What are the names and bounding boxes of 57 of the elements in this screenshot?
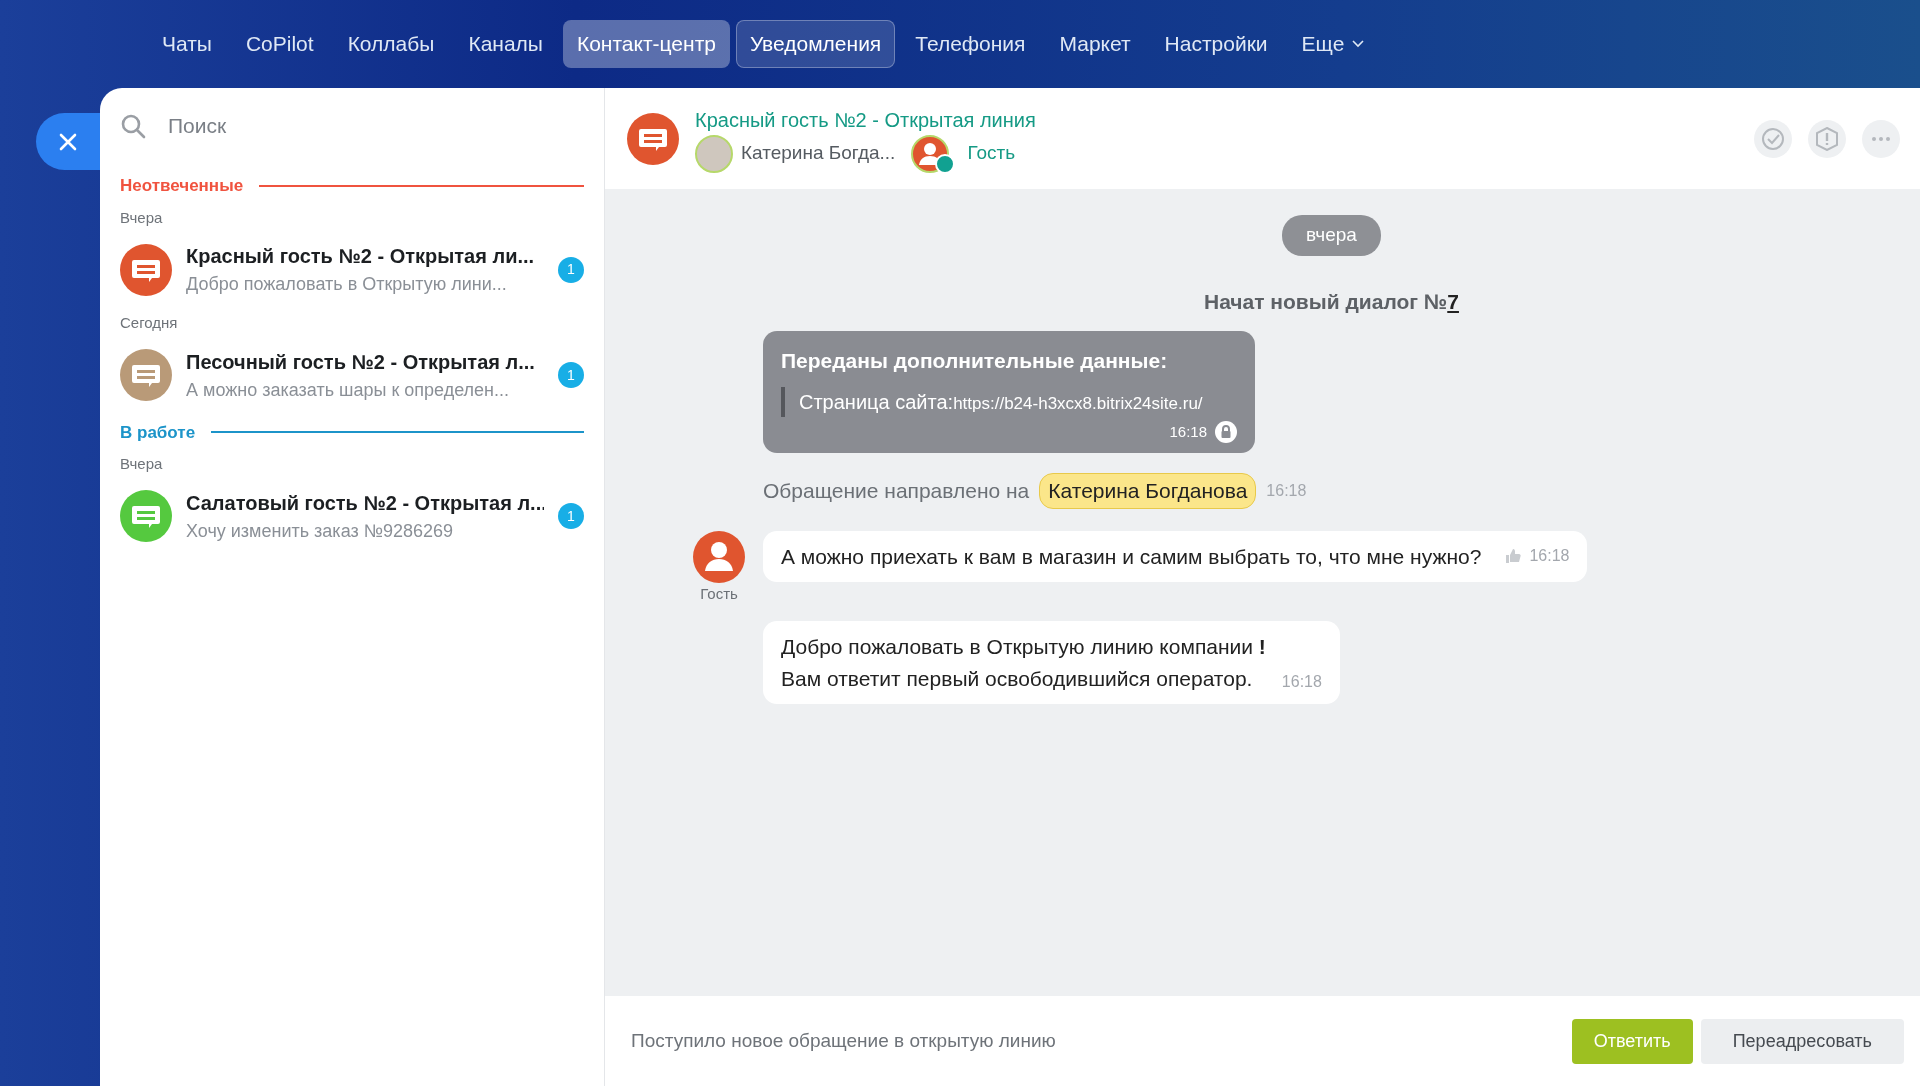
nav-tab[interactable]: Чаты — [148, 20, 226, 68]
search-icon — [120, 112, 146, 139]
section-title: В работе — [120, 421, 196, 444]
notice-text: Обращение направлено на — [763, 478, 1030, 504]
date-label: Сегодня — [120, 313, 179, 333]
check-circle-icon — [1761, 126, 1785, 151]
unread-count: 1 — [558, 256, 584, 283]
message-time: 16:18 — [1529, 546, 1570, 567]
message-time: 16:18 — [1281, 672, 1322, 692]
chat-title: Красный гость №2 - Открытая ли... — [186, 244, 536, 269]
member-name: Катерина Богда... — [741, 141, 896, 166]
system-message: Начат новый диалог №7 — [1204, 288, 1459, 315]
nav-tab[interactable]: Коллабы — [333, 20, 449, 68]
nav-tab[interactable]: Маркет — [1045, 20, 1145, 68]
author-name: Гость — [700, 583, 738, 604]
user-mention[interactable]: Катерина Богданова — [1039, 473, 1257, 509]
nav-tab[interactable]: Контакт-центр — [562, 20, 730, 68]
dialog-link[interactable]: 7 — [1447, 289, 1459, 313]
warning-button[interactable] — [1808, 119, 1846, 158]
data-title: Переданы дополнительные данные: — [781, 348, 1169, 374]
member-name: Гость — [967, 141, 1016, 166]
nav-tab[interactable]: Каналы — [454, 20, 557, 68]
nav-tab[interactable]: Уведомления — [735, 20, 896, 68]
message-text: А можно приехать к вам в магазин и самим выбрать то, что мне нужно? — [781, 543, 1482, 570]
chat-title: Красный гость №2 - Открытая линия — [695, 107, 1037, 133]
date-pill: вчера — [1282, 215, 1381, 256]
message-time: 16:18 — [1266, 480, 1307, 501]
guest-avatar-icon — [693, 530, 745, 583]
date-label: Вчера — [120, 207, 164, 228]
user-avatar — [695, 134, 733, 173]
chat-preview: Хочу изменить заказ №9286269 — [186, 519, 455, 543]
warning-icon — [1815, 126, 1839, 151]
more-icon — [1872, 136, 1890, 141]
lock-icon — [1215, 420, 1237, 443]
chat-list-item[interactable]: Красный гость №2 - Открытая ли... Добро пожаловать в Открытую лини... 1 — [120, 235, 584, 304]
nav-tab[interactable]: CoPilot — [231, 20, 328, 68]
chat-title: Песочный гость №2 - Открытая л... — [186, 349, 536, 375]
close-icon — [59, 132, 77, 151]
more-button[interactable] — [1862, 119, 1900, 158]
chat-list-item[interactable]: Песочный гость №2 - Открытая л... А можно заказать шары к определен... 1 — [120, 340, 584, 410]
date-label: Вчера — [120, 454, 164, 474]
like-icon[interactable] — [1505, 548, 1522, 565]
close-button[interactable] — [36, 113, 100, 170]
nav-tab[interactable]: Настройки — [1150, 20, 1282, 68]
data-label: Страница сайта: — [799, 389, 954, 415]
nav-tab[interactable]: Еще — [1287, 20, 1379, 68]
status-text: Поступило новое обращение в открытую линию — [631, 1028, 1056, 1053]
chat-preview: Добро пожаловать в Открытую лини... — [186, 273, 508, 296]
check-circle-button[interactable] — [1754, 119, 1792, 158]
unread-count: 1 — [558, 362, 584, 388]
section-title: Неотвеченные — [120, 175, 244, 197]
message-time: 16:18 — [1169, 421, 1207, 442]
message-text: Добро пожаловать в Открытую линию компании ! Вам ответит первый освободившийся оператор. — [781, 634, 1266, 692]
nav-tab[interactable]: Телефония — [901, 20, 1040, 68]
unread-count: 1 — [558, 503, 584, 529]
forward-button[interactable]: Переадресовать — [1700, 1018, 1904, 1064]
chat-preview: А можно заказать шары к определен... — [186, 378, 511, 402]
